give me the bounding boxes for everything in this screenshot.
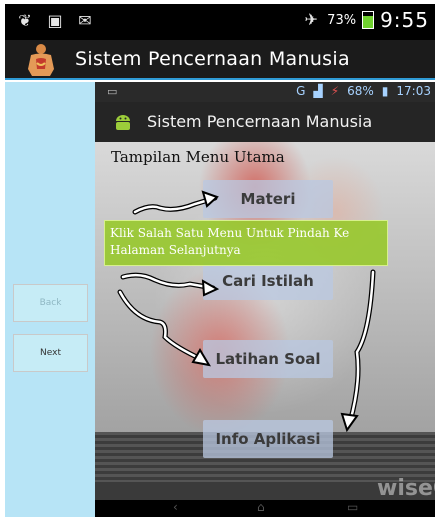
battery-low-icon: ⚡ — [330, 84, 340, 98]
embedded-battery-icon: ▮ — [381, 84, 389, 98]
signal-icon: ▟ — [313, 84, 323, 98]
latihan-soal-button[interactable]: Latihan Soal — [203, 340, 333, 378]
recents-nav-icon: ▭ — [347, 500, 359, 514]
embedded-network: G — [296, 84, 306, 98]
embedded-nav-bar: ‹ ⌂ ▭ — [95, 500, 435, 517]
image-icon: ▣ — [47, 11, 63, 30]
home-nav-icon: ⌂ — [257, 500, 265, 514]
embedded-clock: 17:03 — [396, 84, 431, 98]
navigation-panel: Back Next — [5, 82, 95, 517]
status-bar: ❦ ▣ ✉ ✈ 73% 9:55 — [5, 4, 435, 40]
watermark: wiseG — [377, 476, 435, 501]
materi-button[interactable]: Materi — [203, 180, 333, 218]
battery-percent: 73% — [327, 12, 357, 28]
app-title: Sistem Pencernaan Manusia — [75, 48, 350, 70]
back-button[interactable]: Back — [13, 284, 88, 322]
info-aplikasi-button[interactable]: Info Aplikasi — [203, 420, 333, 458]
airplane-icon: ✈ — [304, 10, 318, 29]
message-icon: ✉ — [78, 11, 92, 30]
embedded-battery: 68% — [347, 84, 374, 98]
android-icon — [116, 115, 130, 130]
instruction-tooltip: Klik Salah Satu Menu Untuk Pindah Ke Hal… — [104, 220, 388, 266]
clock: 9:55 — [380, 8, 429, 32]
embedded-message-icon: ▭ — [107, 85, 118, 98]
embedded-action-bar: Sistem Pencernaan Manusia — [95, 102, 435, 142]
sound-icon: ❦ — [18, 11, 32, 30]
cari-istilah-button[interactable]: Cari Istilah — [203, 262, 333, 300]
menu-heading: Tampilan Menu Utama — [111, 148, 285, 166]
battery-icon — [362, 11, 375, 29]
embedded-status-bar: ▭ G ▟ ⚡ 68% ▮ 17:03 — [95, 82, 435, 102]
body-anatomy-icon — [28, 44, 54, 76]
next-button[interactable]: Next — [13, 334, 88, 372]
back-nav-icon: ‹ — [173, 500, 178, 514]
app-window: ❦ ▣ ✉ ✈ 73% 9:55 Sistem Pencernaan Manus… — [0, 0, 436, 519]
embedded-app-title: Sistem Pencernaan Manusia — [147, 112, 373, 131]
action-bar: Sistem Pencernaan Manusia — [5, 40, 435, 80]
tutorial-screenshot: ▭ G ▟ ⚡ 68% ▮ 17:03 Sistem Pencernaan Ma… — [95, 82, 435, 517]
